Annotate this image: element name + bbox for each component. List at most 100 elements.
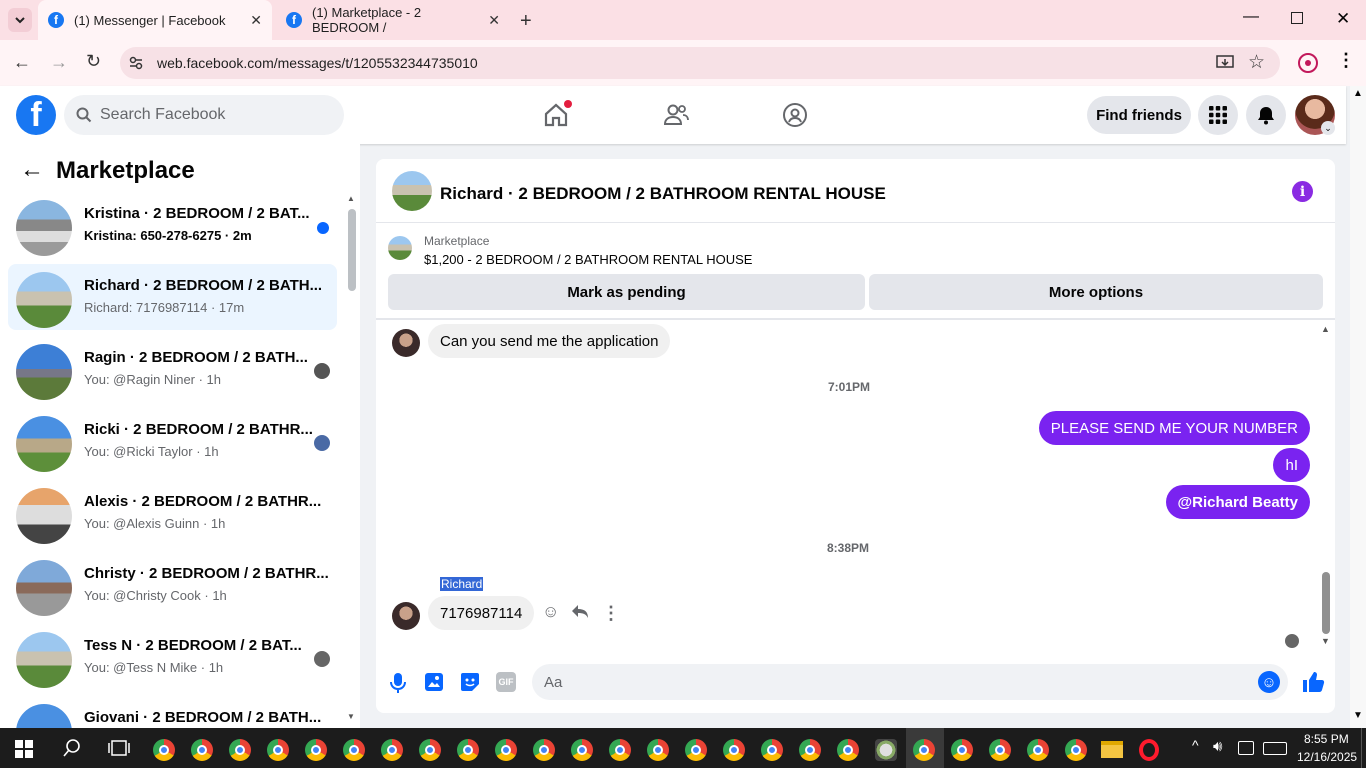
account-chevron-icon[interactable]: ⌄	[1321, 121, 1335, 135]
chrome-taskbar-icon[interactable]	[153, 739, 175, 761]
chrome-taskbar-icon[interactable]	[381, 739, 403, 761]
chrome-taskbar-icon[interactable]	[989, 739, 1011, 761]
search-box[interactable]: Search Facebook	[64, 95, 344, 135]
thumbs-up-icon[interactable]	[1301, 670, 1325, 694]
close-tab-icon[interactable]: ✕	[488, 12, 500, 29]
tab-search-button[interactable]	[8, 8, 32, 32]
windows-start-icon[interactable]	[15, 740, 33, 758]
show-desktop-button[interactable]	[1361, 728, 1366, 768]
emoji-icon[interactable]: ☺	[1258, 671, 1280, 693]
back-arrow-icon[interactable]: ←	[13, 52, 31, 73]
chrome-taskbar-icon[interactable]	[723, 739, 745, 761]
sticker-icon[interactable]	[460, 672, 480, 692]
opera-icon[interactable]	[1139, 739, 1159, 761]
install-app-icon[interactable]	[1216, 54, 1234, 72]
scroll-up-arrow[interactable]: ▲	[1321, 324, 1330, 334]
scroll-down-arrow[interactable]: ▼	[1353, 710, 1363, 721]
chrome-taskbar-icon[interactable]	[305, 739, 327, 761]
listing-avatar[interactable]	[392, 171, 432, 211]
scroll-up-arrow[interactable]: ▲	[347, 194, 355, 203]
chrome-taskbar-icon[interactable]	[685, 739, 707, 761]
profile-icon[interactable]	[1298, 53, 1318, 73]
groups-icon[interactable]	[782, 102, 808, 128]
chrome-taskbar-icon[interactable]	[229, 739, 251, 761]
clock-time[interactable]: 8:55 PM	[1304, 732, 1349, 746]
tab-marketplace[interactable]: f (1) Marketplace - 2 BEDROOM / ✕	[276, 0, 510, 40]
left-panel-scrollbar[interactable]: ▲ ▼	[346, 194, 358, 724]
conversation-item[interactable]: Kristina · 2 BEDROOM / 2 BAT... Kristina…	[8, 192, 337, 258]
task-view-icon[interactable]	[108, 740, 130, 756]
minimize-button[interactable]: —	[1243, 8, 1259, 26]
scroll-thumb[interactable]	[1322, 572, 1330, 634]
chrome-taskbar-icon[interactable]	[1065, 739, 1087, 761]
incoming-message[interactable]: Can you send me the application	[428, 324, 671, 358]
chrome-taskbar-icon[interactable]	[419, 739, 441, 761]
address-bar[interactable]: web.facebook.com/messages/t/120553234473…	[120, 47, 1280, 79]
outgoing-message[interactable]: PLEASE SEND ME YOUR NUMBER	[1038, 411, 1310, 445]
listing-title[interactable]: $1,200 - 2 BEDROOM / 2 BATHROOM RENTAL H…	[424, 252, 752, 267]
conversation-item[interactable]: Tess N · 2 BEDROOM / 2 BAT... You: @Tess…	[8, 624, 337, 690]
close-tab-icon[interactable]: ✕	[250, 12, 262, 29]
conversation-item[interactable]: Giovani · 2 BEDROOM / 2 BATH...	[8, 696, 337, 728]
chrome-taskbar-icon[interactable]	[951, 739, 973, 761]
volume-icon[interactable]: 🔊︎	[1213, 738, 1222, 755]
chrome-taskbar-icon[interactable]	[191, 739, 213, 761]
more-actions-icon[interactable]: ⋮	[602, 603, 620, 624]
photo-icon[interactable]	[424, 672, 444, 692]
mark-as-pending-button[interactable]: Mark as pending	[388, 274, 865, 310]
microphone-icon[interactable]	[389, 672, 407, 694]
more-options-button[interactable]: More options	[869, 274, 1323, 310]
info-icon[interactable]: i	[1292, 181, 1313, 202]
notification-center-icon[interactable]	[1238, 741, 1254, 755]
facebook-logo-icon[interactable]: f	[16, 95, 56, 135]
chrome-taskbar-icon[interactable]	[799, 739, 821, 761]
menu-grid-button[interactable]	[1198, 95, 1238, 135]
gif-icon[interactable]: GIF	[496, 672, 516, 692]
back-arrow-icon[interactable]: ←	[20, 156, 44, 184]
chrome-taskbar-icon[interactable]	[647, 739, 669, 761]
bookmark-star-icon[interactable]: ☆	[1248, 51, 1265, 74]
scroll-down-arrow[interactable]: ▼	[347, 712, 355, 721]
forward-arrow-icon[interactable]: →	[50, 52, 68, 73]
chrome-taskbar-icon[interactable]	[457, 739, 479, 761]
conversation-item[interactable]: Richard · 2 BEDROOM / 2 BATH... Richard:…	[8, 264, 337, 330]
chrome-taskbar-icon[interactable]	[267, 739, 289, 761]
scroll-down-arrow[interactable]: ▼	[1321, 636, 1330, 646]
outgoing-message[interactable]: @Richard Beatty	[1165, 485, 1310, 519]
conversation-item[interactable]: Christy · 2 BEDROOM / 2 BATHR... You: @C…	[8, 552, 337, 618]
chrome-taskbar-icon[interactable]	[343, 739, 365, 761]
clock-date[interactable]: 12/16/2025	[1297, 750, 1357, 764]
incoming-message[interactable]: 7176987114	[428, 596, 535, 630]
close-window-button[interactable]: ✕	[1336, 9, 1350, 29]
new-tab-button[interactable]: +	[520, 10, 532, 33]
chrome-taskbar-icon[interactable]	[609, 739, 631, 761]
outgoing-message[interactable]: hI	[1273, 448, 1310, 482]
chrome-taskbar-icon[interactable]	[533, 739, 555, 761]
search-icon[interactable]	[63, 739, 81, 757]
notifications-button[interactable]	[1246, 95, 1286, 135]
browser-menu-icon[interactable]: ⋮	[1337, 50, 1355, 71]
find-friends-button[interactable]: Find friends	[1087, 96, 1191, 134]
site-info-icon[interactable]	[128, 55, 144, 71]
messages-scrollbar[interactable]: ▲ ▼	[1320, 324, 1332, 649]
page-scrollbar[interactable]: ▲ ▼	[1350, 86, 1366, 728]
conversation-item[interactable]: Ricki · 2 BEDROOM / 2 BATHR... You: @Ric…	[8, 408, 337, 474]
chrome-taskbar-icon[interactable]	[913, 739, 935, 761]
chrome-taskbar-icon[interactable]	[837, 739, 859, 761]
show-hidden-icons[interactable]: ^	[1192, 737, 1199, 753]
chrome-taskbar-icon[interactable]	[1027, 739, 1049, 761]
file-explorer-icon[interactable]	[1101, 741, 1123, 758]
keyboard-icon[interactable]	[1263, 742, 1287, 755]
friends-icon[interactable]	[663, 103, 689, 127]
chrome-taskbar-icon[interactable]	[495, 739, 517, 761]
restore-button[interactable]	[1291, 12, 1303, 24]
reply-icon[interactable]	[571, 604, 589, 620]
tab-messenger[interactable]: f (1) Messenger | Facebook ✕	[38, 0, 272, 40]
react-emoji-icon[interactable]: ☺	[542, 602, 559, 622]
chat-title[interactable]: Richard · 2 BEDROOM / 2 BATHROOM RENTAL …	[440, 184, 886, 204]
listing-thumbnail[interactable]	[388, 236, 412, 260]
message-input[interactable]: Aa ☺	[532, 664, 1288, 700]
chrome-taskbar-icon[interactable]	[571, 739, 593, 761]
paint-taskbar-icon[interactable]	[875, 739, 897, 761]
scroll-up-arrow[interactable]: ▲	[1353, 88, 1363, 99]
